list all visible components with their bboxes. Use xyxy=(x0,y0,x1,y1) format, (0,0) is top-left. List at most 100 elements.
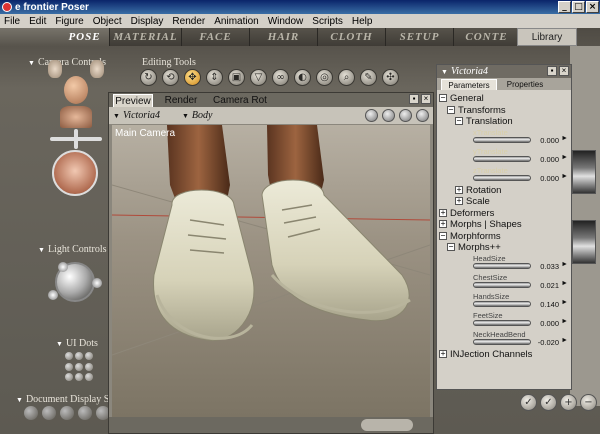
ui-dot[interactable] xyxy=(75,362,83,371)
tree-node-deformers[interactable]: + Deformers xyxy=(439,208,569,220)
face-camera-icon[interactable] xyxy=(64,76,88,104)
morph-brush-icon[interactable]: ✎ xyxy=(360,69,377,86)
figure-select[interactable]: ▼ Victoria4 xyxy=(113,110,160,121)
ui-dot[interactable] xyxy=(85,352,93,360)
view-magnifier-icon[interactable]: ⌕ xyxy=(338,69,355,86)
ui-dot[interactable] xyxy=(65,362,73,371)
tab-parameters[interactable]: Parameters xyxy=(441,79,497,90)
param-slider-feetsize[interactable]: FeetSize 0.000 ► xyxy=(439,311,569,330)
dial-bar[interactable] xyxy=(473,174,531,181)
move-xy-icon[interactable] xyxy=(50,129,102,149)
ui-dot[interactable] xyxy=(65,373,73,382)
tree-node-morphforms[interactable]: − Morphforms xyxy=(439,231,569,243)
render-settings-icon[interactable] xyxy=(382,109,395,122)
light-icon[interactable] xyxy=(92,278,102,288)
panel-close-button[interactable]: × xyxy=(559,66,569,76)
taper-tool-icon[interactable]: ▽ xyxy=(250,69,267,86)
close-button[interactable]: × xyxy=(586,1,599,13)
menu-help[interactable]: Help xyxy=(348,16,378,27)
tab-render[interactable]: Render xyxy=(161,94,201,107)
menu-window[interactable]: Window xyxy=(264,16,309,27)
menu-scripts[interactable]: Scripts xyxy=(308,16,348,27)
menu-file[interactable]: File xyxy=(0,16,25,27)
param-slider-xtranslate[interactable]: xTranslate 0.000 ► xyxy=(439,128,569,147)
menu-display[interactable]: Display xyxy=(127,16,169,27)
remove-icon[interactable]: − xyxy=(580,394,597,411)
display-style-button[interactable] xyxy=(42,406,56,420)
ui-dot[interactable] xyxy=(65,352,73,360)
tree-node-morphs-plus[interactable]: − Morphs++ xyxy=(439,242,569,254)
tab-face[interactable]: FACE xyxy=(182,28,250,46)
ui-dot[interactable] xyxy=(85,373,93,382)
display-style-button[interactable] xyxy=(24,406,38,420)
dial-bar[interactable] xyxy=(473,136,531,143)
param-slider-ztranslate[interactable]: zTranslate 0.000 ► xyxy=(439,166,569,185)
tree-node-translation[interactable]: − Translation xyxy=(439,116,569,128)
actor-select[interactable]: ▼ Body xyxy=(182,110,212,121)
chain-break-icon[interactable]: ∞ xyxy=(272,69,289,86)
tab-cloth[interactable]: CLOTH xyxy=(318,28,386,46)
library-tab[interactable]: Library xyxy=(517,28,577,46)
lights-icon[interactable] xyxy=(416,109,429,122)
camera-view-icon[interactable] xyxy=(365,109,378,122)
param-slider-chestsize[interactable]: ChestSize 0.021 ► xyxy=(439,273,569,292)
tab-properties[interactable]: Properties xyxy=(499,79,551,90)
dial-bar[interactable] xyxy=(473,319,531,326)
tree-node-general[interactable]: − General xyxy=(439,93,569,105)
tab-setup[interactable]: SETUP xyxy=(386,28,454,46)
document-options-button[interactable]: ▪ xyxy=(409,94,419,104)
camera-trackball[interactable] xyxy=(52,150,98,196)
param-slider-ytranslate[interactable]: yTranslate 0.000 ► xyxy=(439,147,569,166)
menu-animation[interactable]: Animation xyxy=(210,16,263,27)
tree-node-injection-channels[interactable]: + INJection Channels xyxy=(439,349,569,361)
library-thumbnail[interactable] xyxy=(572,150,596,194)
param-slider-headsize[interactable]: HeadSize 0.033 ► xyxy=(439,254,569,273)
tree-node-scale[interactable]: + Scale xyxy=(439,196,569,208)
add-icon[interactable]: + xyxy=(560,394,577,411)
rotate-tool-icon[interactable]: ↻ xyxy=(140,69,157,86)
param-slider-handssize[interactable]: HandsSize 0.140 ► xyxy=(439,292,569,311)
navigation-control[interactable] xyxy=(361,419,413,431)
maximize-button[interactable]: □ xyxy=(572,1,585,13)
translate-tool-icon[interactable]: ✥ xyxy=(184,69,201,86)
dial-bar[interactable] xyxy=(473,281,531,288)
document-close-button[interactable]: × xyxy=(421,94,431,104)
param-slider-neckheadbend[interactable]: NeckHeadBend -0.020 ► xyxy=(439,330,569,349)
tree-node-rotation[interactable]: + Rotation xyxy=(439,185,569,197)
direct-manipulation-icon[interactable]: ✣ xyxy=(382,69,399,86)
twist-tool-icon[interactable]: ⟲ xyxy=(162,69,179,86)
display-style-button[interactable] xyxy=(60,406,74,420)
dial-bar[interactable] xyxy=(473,262,531,269)
ui-dot[interactable] xyxy=(75,352,83,360)
scale-tool-icon[interactable]: ▣ xyxy=(228,69,245,86)
display-icon[interactable] xyxy=(399,109,412,122)
tree-node-morphs-shapes[interactable]: + Morphs | Shapes xyxy=(439,219,569,231)
tab-hair[interactable]: HAIR xyxy=(250,28,318,46)
panel-options-button[interactable]: ▪ xyxy=(547,66,557,76)
menu-object[interactable]: Object xyxy=(89,16,127,27)
light-icon[interactable] xyxy=(58,262,68,272)
ui-dot[interactable] xyxy=(75,373,83,382)
dial-bar[interactable] xyxy=(473,155,531,162)
apply-check-icon[interactable]: ✓ xyxy=(520,394,537,411)
dial-bar[interactable] xyxy=(473,300,531,307)
apply-all-icon[interactable]: ✓ xyxy=(540,394,557,411)
tab-content[interactable]: CONTE xyxy=(454,28,520,46)
minimize-button[interactable]: _ xyxy=(558,1,571,13)
tree-node-transforms[interactable]: − Transforms xyxy=(439,105,569,117)
library-thumbnail[interactable] xyxy=(572,220,596,264)
tab-preview[interactable]: Preview xyxy=(113,94,153,107)
dial-bar[interactable] xyxy=(473,338,531,345)
main-camera-icon[interactable] xyxy=(60,106,92,128)
grouping-tool-icon[interactable]: ◎ xyxy=(316,69,333,86)
ui-dot[interactable] xyxy=(85,362,93,371)
tab-material[interactable]: MATERIAL xyxy=(110,28,182,46)
menu-figure[interactable]: Figure xyxy=(51,16,88,27)
color-tool-icon[interactable]: ◐ xyxy=(294,69,311,86)
right-hand-camera-icon[interactable] xyxy=(90,60,104,78)
translate-in-out-icon[interactable]: ⇕ xyxy=(206,69,223,86)
tab-camera-rot[interactable]: Camera Rot xyxy=(213,94,267,107)
3d-viewport[interactable]: Main Camera xyxy=(112,125,430,417)
menu-render[interactable]: Render xyxy=(168,16,210,27)
left-hand-camera-icon[interactable] xyxy=(48,60,62,78)
